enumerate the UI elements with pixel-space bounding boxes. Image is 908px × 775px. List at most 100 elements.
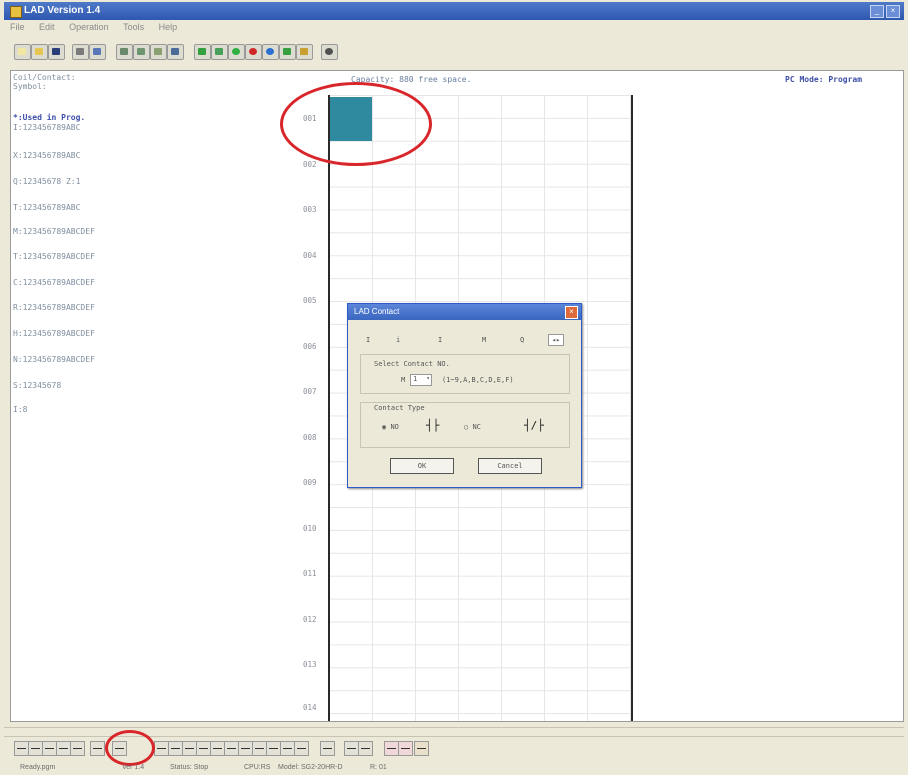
row-number: 008 <box>303 433 317 442</box>
status-cpu: CPU:RS <box>244 764 271 771</box>
insert-icon[interactable] <box>414 741 429 756</box>
contact-type-label: Contact Type <box>374 404 425 412</box>
row-number: 003 <box>303 205 317 214</box>
right-power-rail <box>631 95 633 721</box>
coil-icon[interactable] <box>182 741 197 756</box>
stop-icon[interactable] <box>245 44 262 60</box>
new-icon[interactable] <box>14 44 31 60</box>
row-number: 006 <box>303 342 317 351</box>
used-list-item: C:123456789ABCDEF <box>13 278 95 287</box>
main-toolbar <box>4 36 904 66</box>
cancel-button[interactable]: Cancel <box>478 458 542 474</box>
type-nc-radio[interactable]: ○ NC <box>464 423 481 431</box>
chevron-down-icon: ▾ <box>426 375 430 382</box>
select-range-text: (1~9,A,B,C,D,E,F) <box>442 376 514 384</box>
menu-edit[interactable]: Edit <box>39 22 55 32</box>
coil-icon[interactable] <box>252 741 267 756</box>
window-titlebar: LAD Version 1.4 _ × <box>4 2 904 20</box>
spin-button[interactable]: ◂▸ <box>548 334 564 346</box>
function-icon[interactable] <box>344 741 359 756</box>
type-nc-label: NC <box>472 423 481 431</box>
dialog-close-button[interactable]: × <box>565 306 578 319</box>
copy-icon[interactable] <box>133 44 150 60</box>
menu-file[interactable]: File <box>10 22 25 32</box>
save-icon[interactable] <box>48 44 65 60</box>
row-number: 013 <box>303 660 317 669</box>
delete-icon[interactable] <box>398 741 413 756</box>
coil-icon[interactable] <box>266 741 281 756</box>
lad-contact-dialog: LAD Contact × I i I M Q ◂▸ Select Contac… <box>347 303 582 488</box>
contact-icon[interactable] <box>14 741 29 756</box>
write-icon[interactable] <box>211 44 228 60</box>
contact-type-option[interactable]: I <box>366 336 370 344</box>
app-icon <box>10 6 22 18</box>
paste-icon[interactable] <box>150 44 167 60</box>
run-icon[interactable] <box>228 44 245 60</box>
read-icon[interactable] <box>262 44 279 60</box>
used-list-item: R:123456789ABCDEF <box>13 303 95 312</box>
cut-icon[interactable] <box>116 44 133 60</box>
coil-icon[interactable] <box>224 741 239 756</box>
menu-bar: File Edit Operation Tools Help <box>4 20 904 34</box>
settings-icon[interactable] <box>321 44 338 60</box>
coil-icon[interactable] <box>196 741 211 756</box>
used-list-item: T:123456789ABCDEF <box>13 252 95 261</box>
line-icon[interactable] <box>320 741 335 756</box>
menu-help[interactable]: Help <box>159 22 178 32</box>
contact-number-select[interactable]: 1 ▾ <box>410 374 432 386</box>
contact-type-option[interactable]: I <box>438 336 442 344</box>
contact-type-option[interactable]: M <box>482 336 486 344</box>
coil-contact-label: Coil/Contact: <box>13 73 76 82</box>
contact-type-option[interactable]: Q <box>520 336 524 344</box>
left-power-rail <box>328 95 330 721</box>
contact-icon[interactable] <box>42 741 57 756</box>
open-icon[interactable] <box>31 44 48 60</box>
status-version: Ver 1.4 <box>122 764 145 771</box>
annotation-ellipse-cell <box>280 82 432 166</box>
minimize-button[interactable]: _ <box>870 5 884 18</box>
status-model: Model: SG2-20HR-D <box>278 764 343 771</box>
status-r: R: 01 <box>370 764 387 771</box>
nc-contact-icon: ┤/├ <box>524 419 544 432</box>
contact-nc-icon[interactable] <box>56 741 71 756</box>
used-list-item: I:123456789ABC <box>13 123 81 132</box>
menu-operation[interactable]: Operation <box>69 22 109 32</box>
contact-icon[interactable] <box>70 741 85 756</box>
used-list-item: Q:12345678 Z:1 <box>13 177 81 186</box>
coil-icon[interactable] <box>294 741 309 756</box>
coil-icon[interactable] <box>210 741 225 756</box>
compare-icon[interactable] <box>279 44 296 60</box>
delete-icon[interactable] <box>384 741 399 756</box>
used-list-item: I:8 <box>13 405 28 414</box>
used-in-prog-title: *:Used in Prog. <box>13 113 86 122</box>
no-contact-icon: ┤├ <box>426 419 440 432</box>
select-prefix: M <box>401 376 406 384</box>
row-number: 004 <box>303 251 317 260</box>
used-list-item: X:123456789ABC <box>13 151 81 160</box>
find-icon[interactable] <box>167 44 184 60</box>
menu-tools[interactable]: Tools <box>123 22 144 32</box>
contact-nc-icon[interactable] <box>28 741 43 756</box>
function-icon[interactable] <box>358 741 373 756</box>
contact-type-option[interactable]: i <box>396 336 400 344</box>
ok-button[interactable]: OK <box>390 458 454 474</box>
status-file: Ready.pgm <box>20 764 56 771</box>
used-list-item: M:123456789ABCDEF <box>13 227 95 236</box>
pc-mode-text: PC Mode: Program <box>785 75 863 84</box>
coil-icon[interactable] <box>238 741 253 756</box>
upload-icon[interactable] <box>296 44 313 60</box>
preview-icon[interactable] <box>89 44 106 60</box>
contact-icon[interactable] <box>90 741 105 756</box>
monitor-icon[interactable] <box>194 44 211 60</box>
coil-icon[interactable] <box>168 741 183 756</box>
type-no-radio[interactable]: ◉ NO <box>382 423 399 431</box>
coil-icon[interactable] <box>154 741 169 756</box>
row-number: 012 <box>303 615 317 624</box>
row-number: 009 <box>303 478 317 487</box>
close-button[interactable]: × <box>886 5 900 18</box>
used-list-item: S:12345678 <box>13 381 62 390</box>
select-contact-label: Select Contact NO. <box>374 360 450 368</box>
print-icon[interactable] <box>72 44 89 60</box>
row-number: 005 <box>303 296 317 305</box>
coil-icon[interactable] <box>280 741 295 756</box>
